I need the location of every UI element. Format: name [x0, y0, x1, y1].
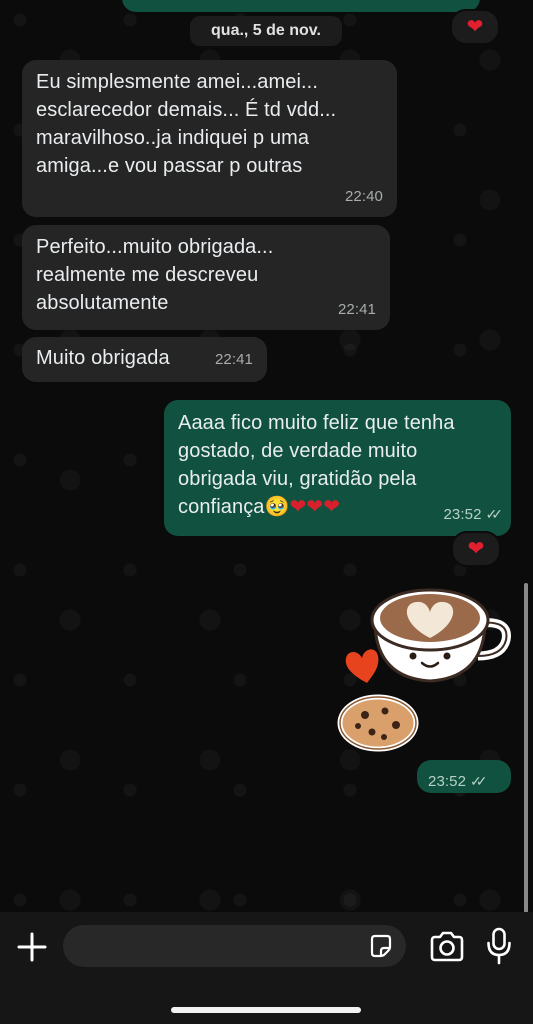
heart-reaction-icon: ❤ [467, 538, 485, 560]
message-text: Eu simplesmente amei...amei... esclarece… [36, 71, 337, 177]
pleading-face-emoji: 🥹 [264, 496, 290, 518]
message-time: 22:40 [344, 188, 383, 205]
hearts-emoji: ❤❤❤ [289, 496, 341, 518]
outgoing-message[interactable]: Aaaa fico muito feliz que tenha gostado,… [164, 400, 511, 536]
sticker-icon[interactable] [368, 933, 394, 959]
reaction-badge[interactable]: ❤ [451, 531, 501, 567]
double-check-read-icon: ✓✓ [485, 506, 504, 522]
double-check-read-icon: ✓✓ [470, 773, 488, 789]
message-time: 22:41 [214, 351, 253, 368]
camera-icon[interactable] [428, 930, 466, 964]
reaction-badge-top[interactable]: ❤ [450, 9, 500, 45]
message-status: 23:52 ✓✓ [428, 767, 488, 796]
message-time: 23:52 [443, 506, 482, 523]
incoming-message[interactable]: Muito obrigada 22:41 [22, 337, 267, 382]
coffee-cookie-sticker[interactable] [330, 578, 515, 753]
home-indicator[interactable] [171, 1007, 361, 1013]
message-input-container[interactable] [63, 925, 406, 969]
microphone-icon[interactable] [485, 926, 513, 966]
chat-area[interactable]: ❤ qua., 5 de nov. Eu simplesmente amei..… [0, 0, 533, 1024]
incoming-message[interactable]: Eu simplesmente amei...amei... esclarece… [22, 60, 397, 217]
heart-reaction-icon: ❤ [466, 16, 484, 38]
plus-icon[interactable] [14, 929, 50, 965]
message-status: 23:52 ✓✓ [443, 500, 504, 529]
previous-outgoing-message[interactable] [122, 0, 480, 12]
message-time: 22:41 [337, 301, 376, 318]
message-text: Perfeito...muito obrigada... realmente m… [36, 236, 274, 314]
scrollbar[interactable] [524, 583, 528, 913]
message-input[interactable] [79, 925, 363, 969]
incoming-message[interactable]: Perfeito...muito obrigada... realmente m… [22, 225, 390, 330]
date-separator: qua., 5 de nov. [190, 16, 342, 46]
sticker-timestamp: 23:52 ✓✓ [417, 760, 511, 793]
message-time: 23:52 [428, 773, 467, 790]
